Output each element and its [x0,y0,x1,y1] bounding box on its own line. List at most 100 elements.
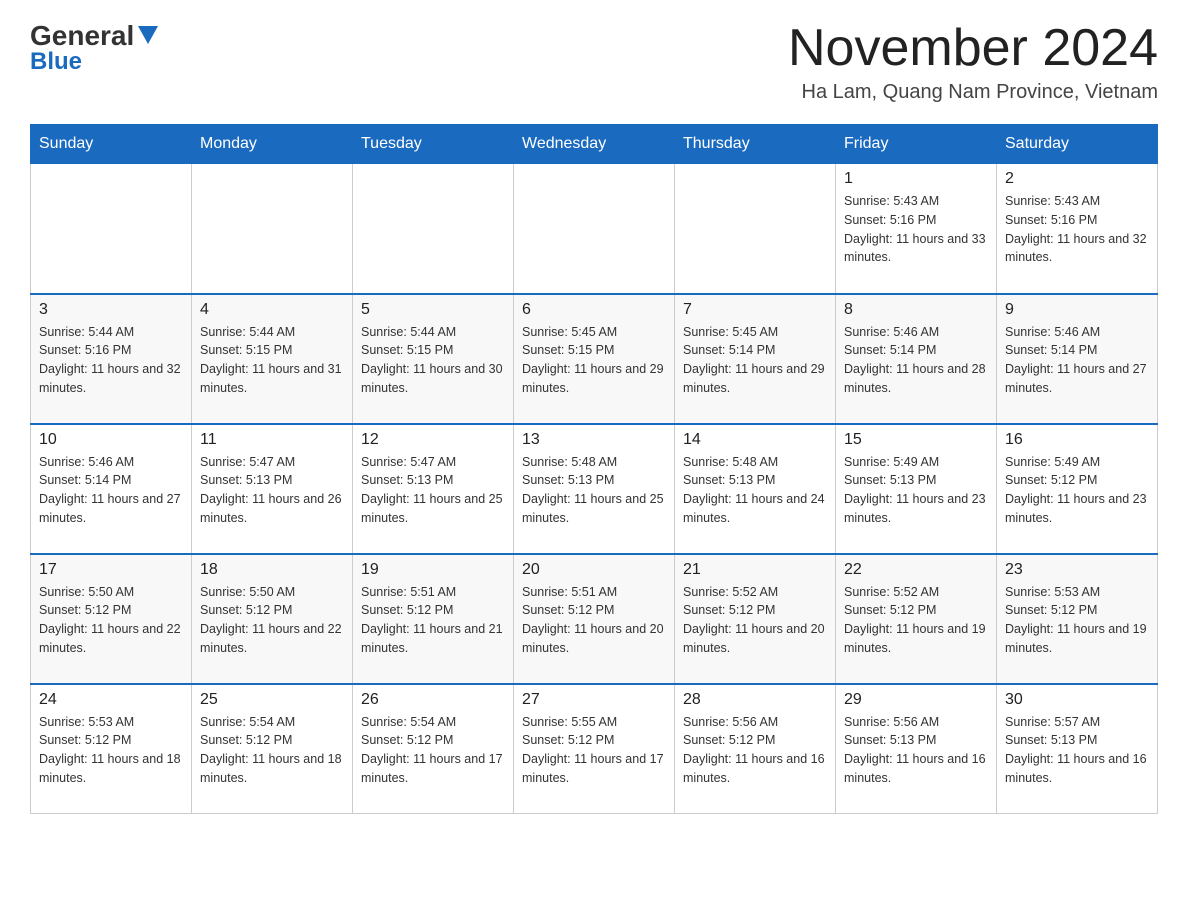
day-number: 9 [1005,301,1149,319]
table-row [675,164,836,294]
table-row: 10Sunrise: 5:46 AM Sunset: 5:14 PM Dayli… [31,424,192,554]
table-row [31,164,192,294]
table-row: 14 Sunrise: 5:48 AM Sunset: 5:13 PM Dayli… [675,424,836,554]
calendar-week-row: 10Sunrise: 5:46 AM Sunset: 5:14 PM Dayli… [31,424,1158,554]
day-number: 23 [1005,561,1149,579]
day-number: 22 [844,561,988,579]
day-info: Sunrise: 5:43 AM Sunset: 5:16 PM Dayligh… [844,192,988,267]
day-info: Sunrise: 5:50 AM Sunset: 5:12 PM Dayligh… [200,583,344,658]
day-info: Sunrise: 5:53 AM Sunset: 5:12 PM Dayligh… [1005,583,1149,658]
day-number: 1 [844,170,988,188]
day-info: Sunrise: 5:49 AM Sunset: 5:12 PM Dayligh… [1005,453,1149,528]
day-info: Sunrise: 5:47 AM Sunset: 5:13 PM Dayligh… [200,453,344,528]
table-row: 17 Sunrise: 5:50 AM Sunset: 5:12 PM Dayli… [31,554,192,684]
day-number: 6 [522,301,666,319]
day-number: 8 [844,301,988,319]
calendar-header-row: Sunday Monday Tuesday Wednesday Thursday… [31,125,1158,164]
day-number: 7 [683,301,827,319]
day-info: Sunrise: 5:56 AM Sunset: 5:12 PM Dayligh… [683,713,827,788]
day-info: Sunrise: 5:53 AM Sunset: 5:12 PM Dayligh… [39,713,183,788]
day-info: Sunrise: 5:43 AM Sunset: 5:16 PM Dayligh… [1005,192,1149,267]
day-number: 4 [200,301,344,319]
day-number: 2 [1005,170,1149,188]
day-info: Sunrise: 5:54 AM Sunset: 5:12 PM Dayligh… [361,713,505,788]
day-info: Sunrise: 5:51 AM Sunset: 5:12 PM Dayligh… [361,583,505,658]
header-thursday: Thursday [675,125,836,164]
location: Ha Lam, Quang Nam Province, Vietnam [788,81,1158,104]
day-info: Sunrise: 5:44 AM Sunset: 5:15 PM Dayligh… [361,323,505,398]
table-row: 29 Sunrise: 5:56 AM Sunset: 5:13 PM Dayli… [836,684,997,814]
header-monday: Monday [192,125,353,164]
header-tuesday: Tuesday [353,125,514,164]
table-row: 1 Sunrise: 5:43 AM Sunset: 5:16 PM Daylig… [836,164,997,294]
day-info: Sunrise: 5:45 AM Sunset: 5:15 PM Dayligh… [522,323,666,398]
table-row: 4 Sunrise: 5:44 AM Sunset: 5:15 PM Daylig… [192,294,353,424]
table-row: 13 Sunrise: 5:48 AM Sunset: 5:13 PM Dayli… [514,424,675,554]
day-number: 24 [39,691,183,709]
calendar-week-row: 17 Sunrise: 5:50 AM Sunset: 5:12 PM Dayli… [31,554,1158,684]
table-row [353,164,514,294]
day-info: Sunrise: 5:57 AM Sunset: 5:13 PM Dayligh… [1005,713,1149,788]
day-number: 18 [200,561,344,579]
logo-blue: Blue [30,48,82,76]
day-number: 25 [200,691,344,709]
day-number: 21 [683,561,827,579]
day-number: 3 [39,301,183,319]
title-section: November 2024 Ha Lam, Quang Nam Province… [788,20,1158,104]
day-info: Sunrise: 5:46 AM Sunset: 5:14 PM Dayligh… [1005,323,1149,398]
day-number: 11 [200,431,344,449]
day-info: Sunrise: 5:50 AM Sunset: 5:12 PM Dayligh… [39,583,183,658]
day-info: Sunrise: 5:52 AM Sunset: 5:12 PM Dayligh… [683,583,827,658]
table-row: 30 Sunrise: 5:57 AM Sunset: 5:13 PM Dayli… [997,684,1158,814]
table-row: 6 Sunrise: 5:45 AM Sunset: 5:15 PM Daylig… [514,294,675,424]
day-number: 28 [683,691,827,709]
table-row [192,164,353,294]
table-row: 16 Sunrise: 5:49 AM Sunset: 5:12 PM Dayli… [997,424,1158,554]
table-row [514,164,675,294]
day-info: Sunrise: 5:49 AM Sunset: 5:13 PM Dayligh… [844,453,988,528]
day-number: 14 [683,431,827,449]
table-row: 26Sunrise: 5:54 AM Sunset: 5:12 PM Dayli… [353,684,514,814]
day-number: 5 [361,301,505,319]
day-info: Sunrise: 5:44 AM Sunset: 5:15 PM Dayligh… [200,323,344,398]
table-row: 23 Sunrise: 5:53 AM Sunset: 5:12 PM Dayli… [997,554,1158,684]
day-number: 20 [522,561,666,579]
table-row: 19Sunrise: 5:51 AM Sunset: 5:12 PM Dayli… [353,554,514,684]
table-row: 9 Sunrise: 5:46 AM Sunset: 5:14 PM Daylig… [997,294,1158,424]
day-info: Sunrise: 5:55 AM Sunset: 5:12 PM Dayligh… [522,713,666,788]
table-row: 11 Sunrise: 5:47 AM Sunset: 5:13 PM Dayli… [192,424,353,554]
table-row: 7Sunrise: 5:45 AM Sunset: 5:14 PM Daylig… [675,294,836,424]
day-info: Sunrise: 5:48 AM Sunset: 5:13 PM Dayligh… [683,453,827,528]
day-number: 12 [361,431,505,449]
day-number: 16 [1005,431,1149,449]
day-number: 29 [844,691,988,709]
header-sunday: Sunday [31,125,192,164]
day-number: 27 [522,691,666,709]
table-row: 8Sunrise: 5:46 AM Sunset: 5:14 PM Daylig… [836,294,997,424]
table-row: 2 Sunrise: 5:43 AM Sunset: 5:16 PM Daylig… [997,164,1158,294]
day-number: 17 [39,561,183,579]
header-wednesday: Wednesday [514,125,675,164]
day-info: Sunrise: 5:48 AM Sunset: 5:13 PM Dayligh… [522,453,666,528]
page-header: General Blue November 2024 Ha Lam, Quang… [30,20,1158,104]
table-row: 15Sunrise: 5:49 AM Sunset: 5:13 PM Dayli… [836,424,997,554]
table-row: 27 Sunrise: 5:55 AM Sunset: 5:12 PM Dayli… [514,684,675,814]
table-row: 28 Sunrise: 5:56 AM Sunset: 5:12 PM Dayli… [675,684,836,814]
table-row: 24 Sunrise: 5:53 AM Sunset: 5:12 PM Dayli… [31,684,192,814]
header-saturday: Saturday [997,125,1158,164]
table-row: 25 Sunrise: 5:54 AM Sunset: 5:12 PM Dayli… [192,684,353,814]
day-info: Sunrise: 5:56 AM Sunset: 5:13 PM Dayligh… [844,713,988,788]
day-number: 13 [522,431,666,449]
day-number: 30 [1005,691,1149,709]
day-info: Sunrise: 5:44 AM Sunset: 5:16 PM Dayligh… [39,323,183,398]
table-row: 21 Sunrise: 5:52 AM Sunset: 5:12 PM Dayli… [675,554,836,684]
calendar-week-row: 3 Sunrise: 5:44 AM Sunset: 5:16 PM Daylig… [31,294,1158,424]
header-friday: Friday [836,125,997,164]
day-info: Sunrise: 5:46 AM Sunset: 5:14 PM Dayligh… [39,453,183,528]
day-info: Sunrise: 5:54 AM Sunset: 5:12 PM Dayligh… [200,713,344,788]
table-row: 18 Sunrise: 5:50 AM Sunset: 5:12 PM Dayli… [192,554,353,684]
month-title: November 2024 [788,20,1158,77]
day-info: Sunrise: 5:52 AM Sunset: 5:12 PM Dayligh… [844,583,988,658]
table-row: 12Sunrise: 5:47 AM Sunset: 5:13 PM Dayli… [353,424,514,554]
table-row: 3 Sunrise: 5:44 AM Sunset: 5:16 PM Daylig… [31,294,192,424]
